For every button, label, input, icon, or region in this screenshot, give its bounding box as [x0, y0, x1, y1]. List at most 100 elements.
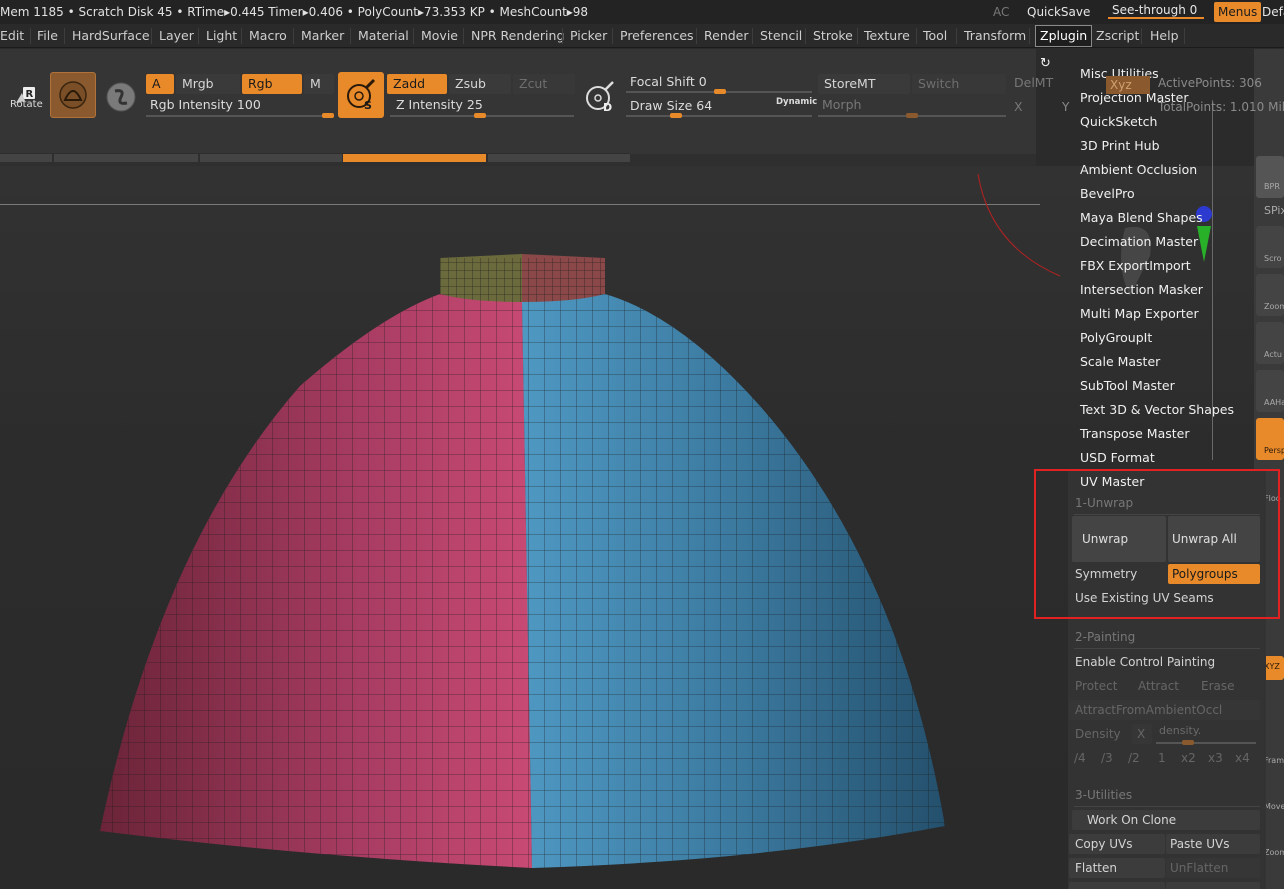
more-button-right[interactable] — [1166, 882, 1260, 889]
rgb-intensity-slider[interactable] — [146, 115, 334, 117]
material-sphere-icon[interactable] — [103, 79, 139, 115]
menu-layer[interactable]: Layer — [159, 24, 194, 48]
erase-button[interactable]: Erase — [1195, 676, 1260, 696]
z-intensity-knob[interactable] — [474, 113, 486, 118]
menu-multi-map-exporter[interactable]: Multi Map Exporter — [1080, 306, 1199, 321]
mrgb-button[interactable]: Mrgb — [176, 74, 240, 94]
menu-polygroupit[interactable]: PolyGroupIt — [1080, 330, 1152, 345]
ac-button[interactable]: AC — [993, 0, 1009, 24]
density-x2-button[interactable]: x2 — [1177, 748, 1202, 768]
menu-npr-rendering[interactable]: NPR Rendering — [471, 24, 564, 48]
rgb-intensity-label: Rgb Intensity 100 — [150, 97, 261, 112]
density-button[interactable]: Density — [1069, 724, 1131, 744]
menu-picker[interactable]: Picker — [570, 24, 607, 48]
focal-shift-knob[interactable] — [714, 89, 726, 94]
menu-tool[interactable]: Tool — [923, 24, 947, 48]
top-shelf: R Rotate A Mrgb Rgb M Rgb Intensity 100 … — [0, 49, 1053, 159]
density-slider[interactable] — [1156, 742, 1256, 744]
menu-hardsurface[interactable]: HardSurface — [72, 24, 150, 48]
default-button[interactable]: Defa — [1262, 0, 1284, 24]
menu-bevelpro[interactable]: BevelPro — [1080, 186, 1135, 201]
dynamic-toggle[interactable]: Dynamic — [776, 97, 817, 107]
menu-transform[interactable]: Transform — [964, 24, 1026, 48]
a-button[interactable]: A — [146, 74, 174, 94]
menu-scale-master[interactable]: Scale Master — [1080, 354, 1160, 369]
enable-control-painting-toggle[interactable]: Enable Control Painting — [1069, 652, 1260, 672]
menu-movie[interactable]: Movie — [421, 24, 458, 48]
menu-help[interactable]: Help — [1150, 24, 1179, 48]
frame-label: Fram — [1264, 756, 1284, 765]
highlight-box — [1034, 469, 1280, 619]
sculpt-mode-icon[interactable]: S — [338, 72, 384, 118]
density-x-button[interactable]: X — [1132, 724, 1152, 744]
brush-thumbnail-icon[interactable] — [50, 72, 96, 118]
density-x4-button[interactable]: x4 — [1231, 748, 1260, 768]
unflatten-button[interactable]: UnFlatten — [1166, 858, 1260, 878]
menu-material[interactable]: Material — [358, 24, 409, 48]
attract-button[interactable]: Attract — [1132, 676, 1194, 696]
actual-label: Actu — [1264, 350, 1282, 359]
switch-button[interactable]: Switch — [912, 74, 1006, 94]
density-knob[interactable] — [1182, 740, 1194, 745]
menu-transpose-master[interactable]: Transpose Master — [1080, 426, 1189, 441]
menu-file[interactable]: File — [37, 24, 58, 48]
density-x3-button[interactable]: x3 — [1204, 748, 1229, 768]
y-symmetry-label[interactable]: Y — [1062, 100, 1069, 114]
delmt-button[interactable]: DelMT — [1014, 75, 1053, 90]
draw-size-slider[interactable] — [626, 115, 812, 117]
menu-light[interactable]: Light — [206, 24, 237, 48]
paste-uvs-button[interactable]: Paste UVs — [1166, 834, 1260, 854]
active-tool-tab[interactable] — [343, 154, 486, 162]
protect-button[interactable]: Protect — [1069, 676, 1131, 696]
menu-zscript[interactable]: Zscript — [1096, 24, 1139, 48]
density-div2-button[interactable]: /2 — [1123, 748, 1148, 768]
more-button-left[interactable] — [1069, 882, 1165, 889]
menu-subtool-master[interactable]: SubTool Master — [1080, 378, 1175, 393]
menu-texture[interactable]: Texture — [864, 24, 910, 48]
menu-fbx-exportimport[interactable]: FBX ExportImport — [1080, 258, 1191, 273]
see-through-slider[interactable]: See-through 0 — [1108, 3, 1204, 19]
flatten-button[interactable]: Flatten — [1069, 858, 1165, 878]
xyz-label: XYZ — [1264, 662, 1280, 671]
zadd-button[interactable]: Zadd — [387, 74, 447, 94]
xyz-toggle[interactable]: Xyz — [1106, 76, 1150, 94]
menu-usd-format[interactable]: USD Format — [1080, 450, 1155, 465]
draw-mode-icon[interactable]: D — [580, 77, 620, 117]
menu-render[interactable]: Render — [704, 24, 749, 48]
menu-intersection-masker[interactable]: Intersection Masker — [1080, 282, 1203, 297]
rotate-label: Rotate — [10, 99, 43, 110]
density-div4-button[interactable]: /4 — [1069, 748, 1094, 768]
density-1-button[interactable]: 1 — [1150, 748, 1175, 768]
menu-quicksketch[interactable]: QuickSketch — [1080, 114, 1157, 129]
bpr-button[interactable] — [1256, 156, 1284, 198]
attract-from-ao-button[interactable]: AttractFromAmbientOccl — [1069, 700, 1260, 720]
menu-decimation-master[interactable]: Decimation Master — [1080, 234, 1198, 249]
morph-knob[interactable] — [906, 113, 918, 118]
menu-maya-blend-shapes[interactable]: Maya Blend Shapes — [1080, 210, 1203, 225]
menu-edit[interactable]: Edit — [0, 24, 24, 48]
x-symmetry-label[interactable]: X — [1014, 99, 1023, 114]
zsub-button[interactable]: Zsub — [449, 74, 511, 94]
copy-uvs-button[interactable]: Copy UVs — [1069, 834, 1165, 854]
zcut-button[interactable]: Zcut — [513, 74, 575, 94]
menu-marker[interactable]: Marker — [301, 24, 344, 48]
menu-stroke[interactable]: Stroke — [813, 24, 853, 48]
m-button[interactable]: M — [304, 74, 334, 94]
menu-ambient-occlusion[interactable]: Ambient Occlusion — [1080, 162, 1197, 177]
storemt-button[interactable]: StoreMT — [818, 74, 910, 94]
draw-size-knob[interactable] — [670, 113, 682, 118]
menu-text-3d-vector-shapes[interactable]: Text 3D & Vector Shapes — [1080, 402, 1234, 417]
work-on-clone-button[interactable]: Work On Clone — [1072, 810, 1260, 830]
menu-zplugin[interactable]: Zplugin — [1035, 25, 1093, 47]
quicksave-button[interactable]: QuickSave — [1027, 0, 1090, 24]
rgb-intensity-knob[interactable] — [322, 113, 334, 118]
menu-stencil[interactable]: Stencil — [760, 24, 802, 48]
zbrush-app: Mem 1185 • Scratch Disk 45 • RTime▸0.445… — [0, 0, 1284, 889]
density-div3-button[interactable]: /3 — [1096, 748, 1121, 768]
menu-macro[interactable]: Macro — [249, 24, 287, 48]
menu-preferences[interactable]: Preferences — [620, 24, 694, 48]
rgb-button[interactable]: Rgb — [242, 74, 302, 94]
menus-toggle[interactable]: Menus — [1214, 2, 1262, 22]
menu-3d-print-hub[interactable]: 3D Print Hub — [1080, 138, 1160, 153]
reset-icon[interactable]: ↻ — [1040, 56, 1051, 71]
